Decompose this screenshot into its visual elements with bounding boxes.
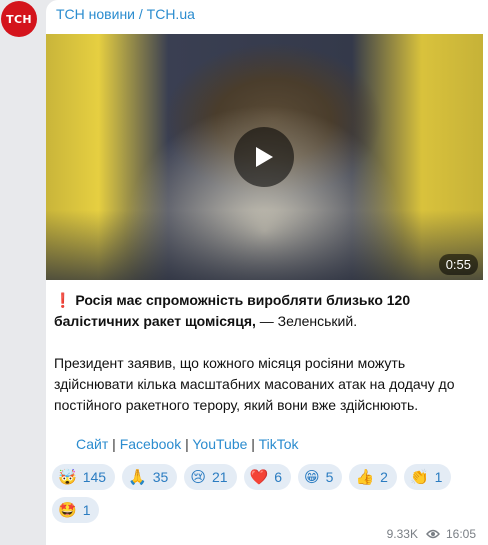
avatar-text: ТСН [6, 12, 32, 26]
link-separator: | [247, 436, 259, 452]
reaction-heart[interactable]: ❤️ 6 [243, 464, 292, 490]
reaction-count: 35 [152, 469, 169, 485]
clapping-hands-icon: 👏 [409, 468, 429, 486]
message-time: 16:05 [445, 527, 476, 541]
link-youtube[interactable]: YouTube [192, 436, 247, 452]
reaction-clap[interactable]: 👏 1 [403, 464, 452, 490]
reaction-count: 145 [82, 469, 107, 485]
reaction-thumbs-up[interactable]: 👍 2 [349, 464, 397, 490]
video-player[interactable]: 0:55 [46, 34, 483, 280]
headline-rest: — Зеленський. [255, 313, 358, 329]
reaction-count: 2 [380, 469, 388, 485]
heart-icon: ❤️ [249, 468, 269, 486]
link-separator: | [108, 436, 120, 452]
eye-icon [426, 529, 440, 539]
reaction-star-struck[interactable]: 🤩 1 [52, 497, 100, 523]
reaction-count: 1 [434, 469, 443, 485]
crying-face-icon: 😢 [190, 468, 206, 486]
message-meta: 9.33K 16:05 [387, 527, 476, 541]
grinning-face-icon: 😁 [304, 468, 320, 486]
links-row: Сайт | Facebook | YouTube | TikTok [76, 436, 299, 452]
folded-hands-icon: 🙏 [128, 468, 147, 486]
reaction-count: 6 [274, 469, 283, 485]
exploding-head-icon: 🤯 [58, 468, 77, 486]
link-tiktok[interactable]: TikTok [259, 436, 299, 452]
reactions-bar: 🤯 145 🙏 35 😢 21 ❤️ 6 😁 5 👍 2 👏 1 🤩 1 [52, 464, 472, 523]
reaction-exploding-head[interactable]: 🤯 145 [52, 464, 116, 490]
channel-avatar[interactable]: ТСН [1, 1, 37, 37]
play-icon [256, 147, 273, 167]
reaction-count: 1 [82, 502, 91, 518]
channel-name[interactable]: ТСН новини / TCH.ua [56, 6, 195, 22]
exclamation-icon: ❗ [54, 292, 72, 308]
reaction-cry[interactable]: 😢 21 [184, 464, 237, 490]
video-duration: 0:55 [438, 254, 478, 275]
thumbs-up-icon: 👍 [355, 468, 375, 486]
reaction-count: 21 [211, 469, 228, 485]
link-facebook[interactable]: Facebook [120, 436, 181, 452]
reaction-grin[interactable]: 😁 5 [298, 464, 343, 490]
play-button[interactable] [234, 127, 294, 187]
reaction-count: 5 [325, 469, 334, 485]
link-separator: | [181, 436, 193, 452]
reaction-pray[interactable]: 🙏 35 [122, 464, 178, 490]
body-text: Президент заявив, що кожного місяця росі… [54, 355, 455, 413]
message-text: ❗ Росія має спроможність виробляти близь… [54, 290, 482, 416]
message-bubble: ТСН новини / TCH.ua 0:55 ❗ Росія має спр… [46, 0, 488, 545]
view-count: 9.33K [386, 527, 418, 541]
headline: ❗ Росія має спроможність виробляти близь… [54, 290, 482, 332]
star-struck-icon: 🤩 [58, 501, 77, 519]
link-site[interactable]: Сайт [76, 436, 108, 452]
